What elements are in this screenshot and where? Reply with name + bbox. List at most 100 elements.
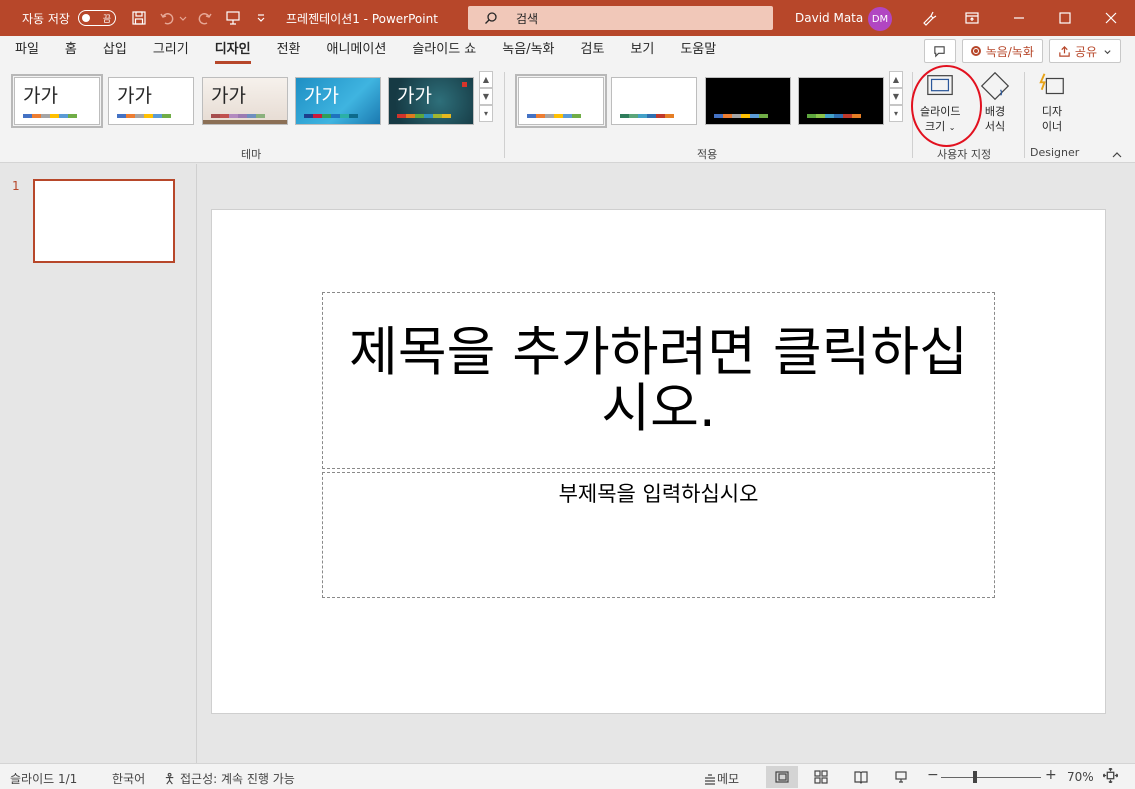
slide-size-icon bbox=[924, 70, 956, 102]
search-placeholder: 검색 bbox=[516, 11, 539, 26]
fit-to-window-icon[interactable] bbox=[1102, 767, 1119, 786]
comments-button[interactable] bbox=[923, 39, 956, 63]
minimize-icon[interactable] bbox=[1008, 7, 1030, 29]
ribbon-tabs: 파일 홈 삽입 그리기 디자인 전환 애니메이션 슬라이드 쇼 녹음/녹화 검토… bbox=[0, 36, 1135, 66]
status-bar: 슬라이드 1/1 한국어 접근성: 계속 진행 가능 메모 − + 70% bbox=[0, 763, 1135, 789]
start-slideshow-icon[interactable] bbox=[222, 7, 244, 29]
variant-gallery-scroll: ▲ ▼ ▾ bbox=[889, 71, 903, 123]
slideshow-view-button[interactable] bbox=[885, 766, 917, 788]
gallery-more-icon[interactable]: ▾ bbox=[479, 105, 493, 122]
save-icon[interactable] bbox=[128, 7, 150, 29]
zoom-out-icon[interactable]: − bbox=[927, 767, 939, 783]
record-button-label: 녹음/녹화 bbox=[985, 44, 1034, 59]
format-background-label-line1: 배경 bbox=[984, 105, 1006, 118]
theme-sample-text: 가가 bbox=[397, 85, 432, 107]
theme-sample-text: 가가 bbox=[211, 85, 246, 107]
record-button[interactable]: 녹음/녹화 bbox=[961, 39, 1043, 63]
slide-thumbnails-panel: 1 bbox=[0, 164, 197, 763]
customize-qat-icon[interactable] bbox=[250, 7, 272, 29]
title-bar: 자동 저장 끔 프레젠테이션1 - PowerPoint 검색 David Ma… bbox=[0, 0, 1135, 36]
tab-file[interactable]: 파일 bbox=[2, 36, 52, 66]
format-background-label-line2: 서식 bbox=[984, 120, 1006, 133]
share-button[interactable]: 공유 bbox=[1048, 39, 1121, 63]
theme-swatches bbox=[23, 114, 77, 118]
designer-label-line2: 이너 bbox=[1041, 120, 1063, 133]
tab-design[interactable]: 디자인 bbox=[202, 36, 264, 66]
tab-animations[interactable]: 애니메이션 bbox=[314, 36, 400, 66]
record-icon bbox=[970, 46, 981, 56]
designer-group-label: Designer bbox=[1030, 146, 1080, 159]
notes-button[interactable]: 메모 bbox=[703, 770, 739, 787]
search-icon bbox=[485, 12, 497, 24]
close-icon[interactable] bbox=[1100, 7, 1122, 29]
tab-transitions[interactable]: 전환 bbox=[264, 36, 314, 66]
tab-help[interactable]: 도움말 bbox=[667, 36, 729, 66]
gallery-up-icon[interactable]: ▲ bbox=[889, 71, 903, 88]
variant-1[interactable] bbox=[515, 74, 607, 128]
slide-size-label-text: 크기 bbox=[925, 120, 946, 133]
chevron-down-icon: ⌄ bbox=[948, 123, 956, 132]
zoom-in-icon[interactable]: + bbox=[1045, 767, 1057, 783]
search-box[interactable]: 검색 bbox=[468, 6, 773, 30]
accessibility-icon bbox=[165, 772, 174, 785]
reading-view-button[interactable] bbox=[845, 766, 877, 788]
zoom-level[interactable]: 70% bbox=[1067, 770, 1094, 784]
format-background-button[interactable]: 배경 서식 bbox=[979, 70, 1011, 134]
avatar[interactable]: DM bbox=[868, 7, 892, 31]
maximize-icon[interactable] bbox=[1054, 7, 1076, 29]
variant-3[interactable] bbox=[705, 77, 791, 125]
theme-office-2[interactable]: 가가 bbox=[108, 77, 194, 125]
zoom-slider-track[interactable] bbox=[941, 777, 1041, 778]
subtitle-placeholder[interactable]: 부제목을 입력하십시오 bbox=[322, 472, 995, 598]
tab-insert[interactable]: 삽입 bbox=[90, 36, 140, 66]
designer-button[interactable]: 디자 이너 bbox=[1036, 70, 1068, 134]
gallery-down-icon[interactable]: ▼ bbox=[479, 88, 493, 105]
gallery-down-icon[interactable]: ▼ bbox=[889, 88, 903, 105]
slide-thumbnail[interactable] bbox=[33, 179, 175, 263]
collapse-ribbon-icon[interactable] bbox=[1111, 150, 1123, 160]
redo-icon[interactable] bbox=[194, 7, 216, 29]
theme-ion[interactable]: 가가 bbox=[295, 77, 381, 125]
tab-draw[interactable]: 그리기 bbox=[140, 36, 202, 66]
theme-ion-boardroom[interactable]: 가가 bbox=[388, 77, 474, 125]
theme-group-label: 테마 bbox=[241, 148, 262, 161]
gallery-up-icon[interactable]: ▲ bbox=[479, 71, 493, 88]
variant-4[interactable] bbox=[798, 77, 884, 125]
normal-view-button[interactable] bbox=[766, 766, 798, 788]
designer-label-line1: 디자 bbox=[1041, 105, 1063, 118]
slide-canvas[interactable]: 제목을 추가하려면 클릭하십시오. 부제목을 입력하십시오 bbox=[211, 209, 1106, 714]
tab-record[interactable]: 녹음/녹화 bbox=[489, 36, 567, 66]
accessibility-label: 접근성: 계속 진행 가능 bbox=[180, 772, 295, 786]
ribbon-separator bbox=[1024, 72, 1025, 158]
accessibility-status[interactable]: 접근성: 계속 진행 가능 bbox=[164, 770, 295, 787]
tab-review[interactable]: 검토 bbox=[568, 36, 618, 66]
pen-icon[interactable] bbox=[918, 7, 940, 29]
tab-view[interactable]: 보기 bbox=[617, 36, 667, 66]
chevron-down-icon bbox=[1104, 49, 1111, 54]
title-placeholder[interactable]: 제목을 추가하려면 클릭하십시오. bbox=[322, 292, 995, 469]
undo-icon[interactable] bbox=[156, 7, 178, 29]
autosave-toggle[interactable]: 끔 bbox=[77, 10, 116, 26]
tab-slideshow[interactable]: 슬라이드 쇼 bbox=[399, 36, 489, 66]
slide-size-button[interactable]: 슬라이드 크기 ⌄ bbox=[920, 70, 960, 135]
user-name[interactable]: David Mata bbox=[795, 11, 863, 25]
variant-2[interactable] bbox=[611, 77, 697, 125]
undo-dropdown-icon[interactable] bbox=[178, 7, 188, 29]
autosave-label: 자동 저장 bbox=[22, 11, 70, 26]
ribbon-display-options-icon[interactable] bbox=[961, 7, 983, 29]
theme-facet[interactable]: 가가 bbox=[202, 77, 288, 125]
slide-number: 1 bbox=[12, 179, 20, 193]
tab-home[interactable]: 홈 bbox=[52, 36, 90, 66]
slide-size-label-line1: 슬라이드 bbox=[920, 105, 961, 118]
theme-office[interactable]: 가가 bbox=[11, 74, 103, 128]
theme-swatches bbox=[117, 114, 171, 118]
language[interactable]: 한국어 bbox=[112, 770, 145, 787]
notes-icon bbox=[705, 773, 715, 785]
slide-count: 슬라이드 1/1 bbox=[10, 772, 78, 786]
zoom-slider-thumb[interactable] bbox=[973, 771, 977, 783]
slide-sorter-button[interactable] bbox=[805, 766, 837, 788]
variant-swatches bbox=[807, 114, 861, 118]
gallery-more-icon[interactable]: ▾ bbox=[889, 105, 903, 122]
variant-swatches bbox=[527, 114, 581, 118]
theme-swatches bbox=[304, 114, 358, 118]
